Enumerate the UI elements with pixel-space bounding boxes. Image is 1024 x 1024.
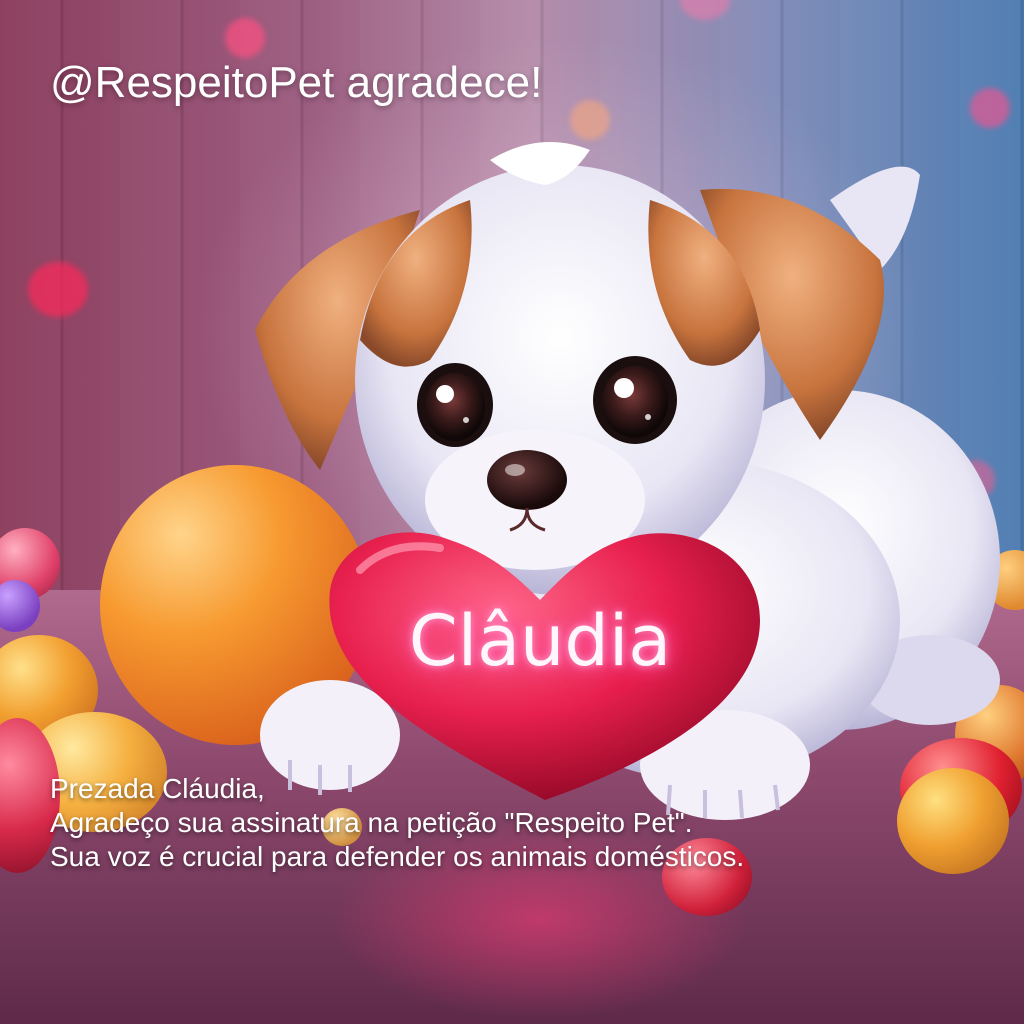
message-line-1: Agradeço sua assinatura na petição "Resp… xyxy=(50,807,693,838)
nose xyxy=(487,450,567,510)
image-canvas: Clâudia @RespeitoPet agradece! Prezada C… xyxy=(0,0,1024,1024)
header-title: @RespeitoPet agradece! xyxy=(50,58,543,107)
right-eye xyxy=(593,356,677,444)
message-greeting: Prezada Cláudia, xyxy=(50,773,265,804)
message-line-2: Sua voz é crucial para defender os anima… xyxy=(50,841,745,872)
thank-you-message: Prezada Cláudia, Agradeço sua assinatura… xyxy=(50,772,950,874)
left-eye xyxy=(417,363,493,447)
heart-name-text: Clâudia xyxy=(408,600,672,682)
